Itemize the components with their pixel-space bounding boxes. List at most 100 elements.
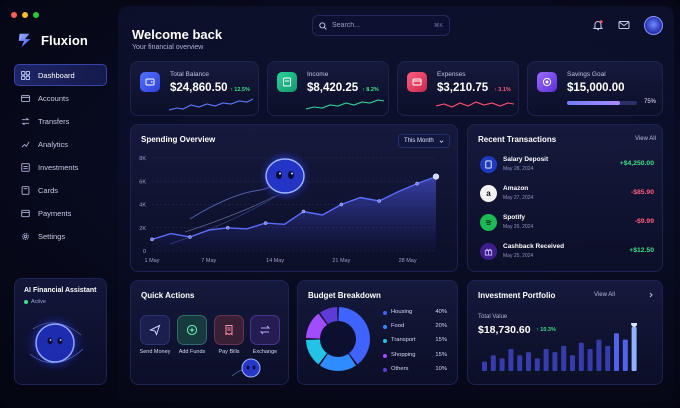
page-title: Welcome back [132,27,223,42]
app-name: Fluxion [41,32,88,48]
donut-hole [321,322,355,356]
pay-bills-action[interactable]: Pay Bills [209,315,249,356]
chart-icon [21,141,30,148]
sidebar-item-label: Accounts [38,93,69,103]
transaction-row[interactable]: a Amazon May 27, 2024 -$85.90 [480,183,654,205]
exchange-button[interactable] [250,315,280,345]
stat-value: $8,420.25 [307,82,359,94]
sidebar-item-analytics[interactable]: Analytics [14,133,107,155]
savings-progress-track [567,101,637,105]
stat-value: $3,210.75 [437,82,489,94]
search-shortcut: ⌘K [433,22,443,29]
view-all-link[interactable]: View All [594,292,615,298]
savings-progress-fill [567,101,620,105]
income-icon [277,72,297,92]
card-title: Recent Transactions [478,135,557,144]
data-point [432,173,440,180]
sidebar-item-transfers[interactable]: Transfers [14,110,107,132]
transaction-amount: -$9.99 [634,218,654,225]
portfolio-bar [622,339,628,371]
total-value-label: Total Value [478,314,508,320]
sidebar-item-accounts[interactable]: Accounts [14,87,107,109]
stat-card-savings-goal[interactable]: Savings Goal $15,000.00 75% [527,61,663,116]
card-title: Budget Breakdown [308,291,381,300]
ai-assistant-card[interactable]: AI Financial Assistant Active [14,278,107,385]
y-tick-label: 0 [143,249,146,255]
portfolio-bar [490,355,496,371]
transaction-name: Amazon [503,185,529,192]
avatar[interactable] [644,16,663,35]
exchange-action[interactable]: Exchange [245,315,285,356]
transaction-row[interactable]: Spotify May 26, 2024 -$9.99 [480,212,654,234]
transfer-icon [21,117,30,125]
wallet-icon [21,94,30,102]
search-bar[interactable]: ⌘K [312,15,450,36]
portfolio-bar [578,342,584,371]
portfolio-bar [552,352,558,371]
x-tick-label: 14 May [266,258,284,264]
gear-icon [22,232,29,240]
target-icon [537,72,557,92]
transaction-date: May 26, 2024 [503,224,534,230]
budget-donut-chart [306,307,370,371]
stat-label: Expenses [437,71,466,78]
sparkline [306,99,384,110]
sidebar-item-label: Cards [38,185,59,195]
legend-item: Food 20% [383,323,447,332]
send-money-action[interactable]: Send Money [135,315,175,356]
stat-label: Income [307,71,329,78]
stat-card-income[interactable]: Income $8,420.25 ↑ 8.2% [267,61,389,116]
list-icon [21,162,30,172]
y-tick-label: 6K [139,179,146,185]
card-icon [407,72,427,92]
transaction-row[interactable]: Cashback Received May 25, 2024 +$12.50 [480,241,654,263]
portfolio-bar [508,349,514,371]
portfolio-bar [605,345,611,371]
data-point [377,199,381,203]
sidebar-item-cards[interactable]: Cards [14,179,107,201]
sidebar-item-investments[interactable]: Investments [14,156,107,178]
transaction-row[interactable]: Salary Deposit May 28, 2024 +$4,250.00 [480,154,654,176]
chevron-right-icon[interactable] [648,292,654,298]
bell-icon[interactable] [592,19,604,31]
portfolio-bar-chart [482,323,638,371]
brand[interactable]: Fluxion [16,31,88,49]
x-tick-label: 21 May [332,258,350,264]
portfolio-bar [561,345,567,371]
sidebar-item-payments[interactable]: Payments [14,202,107,224]
grid-icon [21,70,30,80]
sidebar-item-dashboard[interactable]: Dashboard [14,64,107,86]
sparkline [169,98,253,111]
sidebar: Fluxion Dashboard Accounts Transfers Ana… [0,0,116,408]
stat-card-total-balance[interactable]: Total Balance $24,860.50 ↑ 12.5% [130,61,259,116]
view-all-link[interactable]: View All [635,136,656,142]
legend-label: Transport [391,337,416,344]
add-funds-button[interactable] [177,315,207,345]
y-tick-label: 2K [139,226,146,232]
x-tick-label: 7 May [201,258,216,264]
legend-label: Others [391,365,409,372]
stat-value: $24,860.50 [170,82,228,94]
sidebar-item-label: Investments [38,162,79,172]
legend-percent: 15% [435,337,447,344]
action-label: Add Funds [178,349,206,355]
stat-card-expenses[interactable]: Expenses $3,210.75 ↑ 3.1% [397,61,519,116]
mail-icon[interactable] [618,19,630,31]
portfolio-bar [614,333,619,371]
portfolio-bar [543,349,549,371]
portfolio-bar [596,339,602,371]
send-icon [149,324,161,336]
send-button[interactable] [140,315,170,345]
legend-swatch [383,311,387,315]
data-point [415,181,419,186]
search-input[interactable] [332,22,429,29]
legend-percent: 10% [435,365,447,372]
transaction-date: May 25, 2024 [503,253,534,259]
add-funds-action[interactable]: Add Funds [172,315,212,356]
sidebar-item-settings[interactable]: Settings [14,225,107,247]
stat-change: ↑ 12.5% [230,87,250,93]
pay-bills-button[interactable] [214,315,244,345]
legend-label: Food [391,323,405,330]
transaction-amount: +$4,250.00 [619,160,654,167]
data-point [339,202,344,207]
